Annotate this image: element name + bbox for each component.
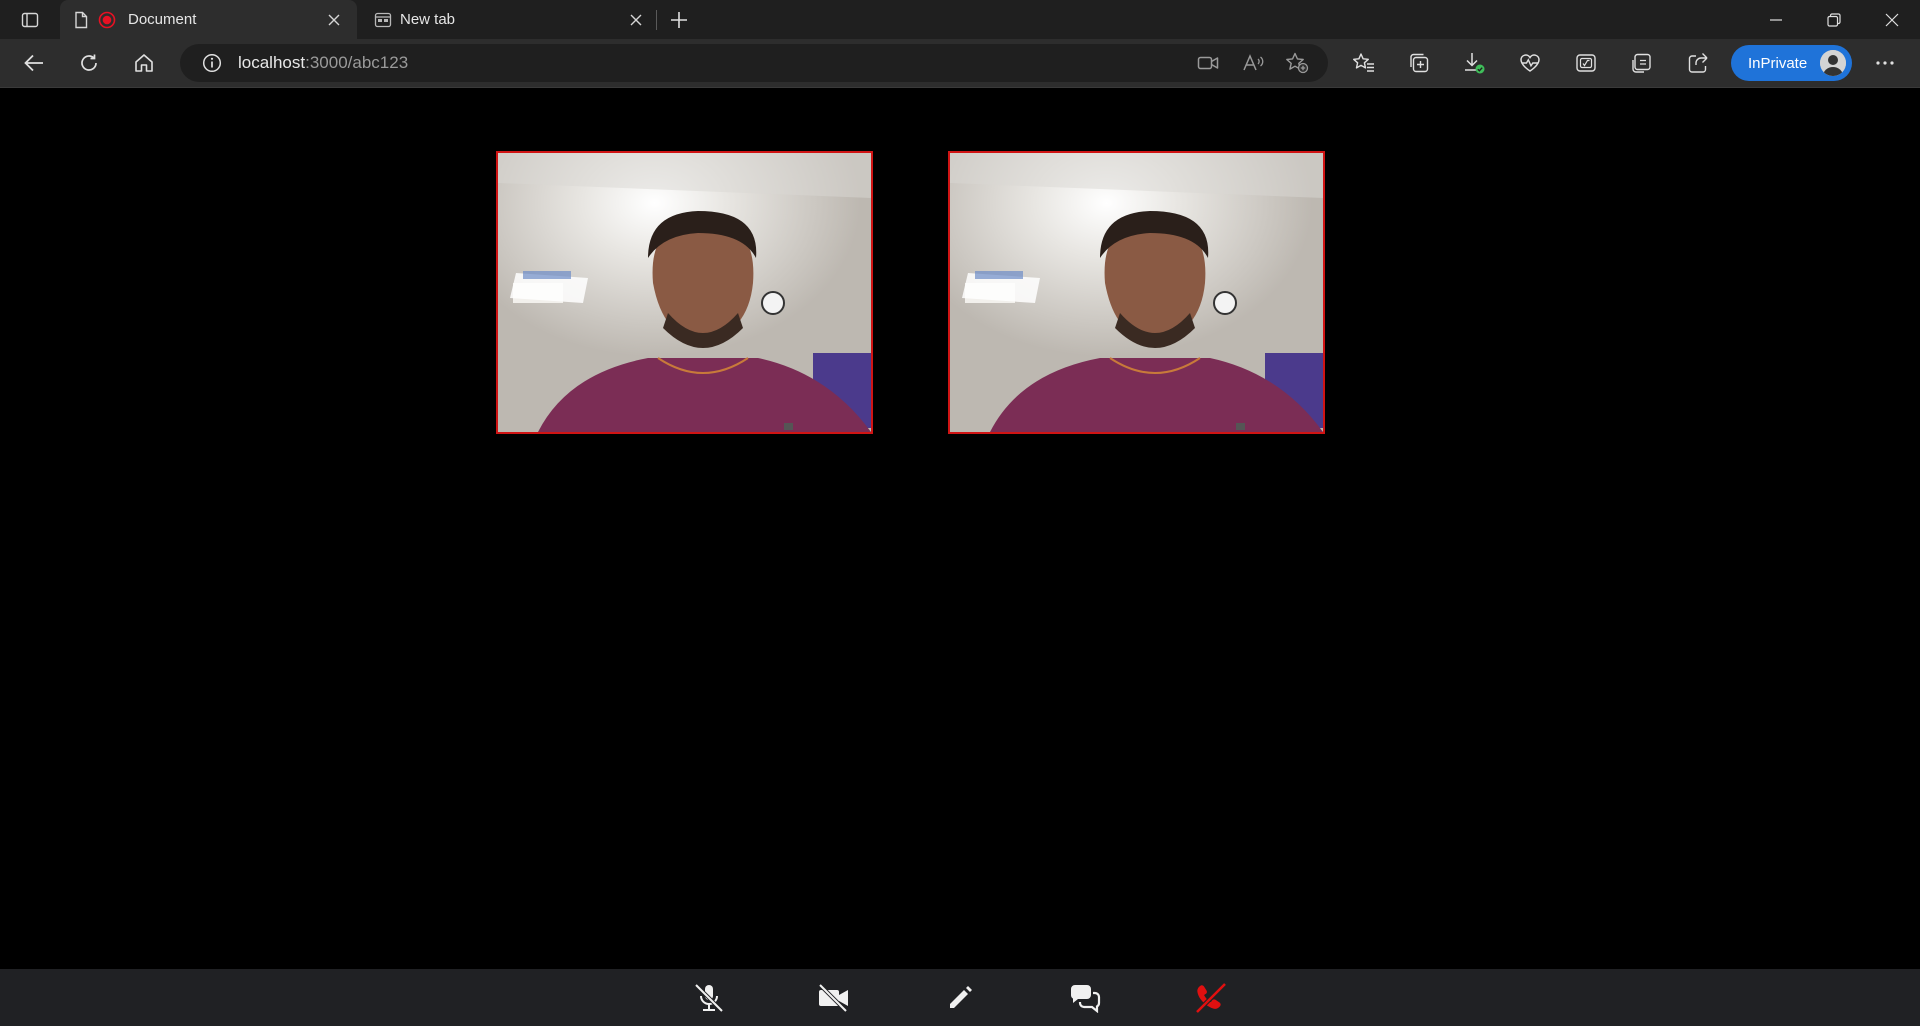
add-favorite-icon[interactable] — [1281, 47, 1313, 79]
close-tab-icon[interactable] — [323, 9, 345, 31]
url-path: :3000/abc123 — [305, 53, 409, 72]
avatar — [1820, 50, 1846, 76]
chat-icon — [1070, 985, 1101, 1013]
sidebar-icon[interactable] — [1624, 47, 1660, 79]
end-call-button[interactable] — [1191, 979, 1231, 1017]
collections-icon[interactable] — [1401, 47, 1437, 79]
tab-separator — [656, 10, 657, 30]
navigation-toolbar: localhost:3000/abc123 InPrivate — [0, 39, 1920, 88]
tab-document[interactable]: Document — [60, 0, 357, 39]
restore-button[interactable] — [1806, 0, 1862, 39]
recording-icon — [98, 11, 116, 29]
favorites-icon[interactable] — [1346, 47, 1382, 79]
page-content — [0, 89, 1920, 1026]
mute-mic-button[interactable] — [689, 979, 729, 1017]
close-window-button[interactable] — [1864, 0, 1920, 39]
document-icon — [72, 11, 90, 29]
close-tab-icon[interactable] — [625, 9, 647, 31]
more-icon[interactable] — [1868, 47, 1902, 79]
read-aloud-icon[interactable] — [1237, 47, 1269, 79]
address-bar[interactable]: localhost:3000/abc123 — [180, 44, 1328, 82]
pencil-icon — [950, 986, 972, 1008]
tab-title: New tab — [400, 11, 456, 28]
stop-video-button[interactable] — [814, 979, 854, 1017]
math-solver-icon[interactable] — [1568, 47, 1604, 79]
camera-permission-icon[interactable] — [1192, 47, 1224, 79]
downloads-icon[interactable] — [1456, 47, 1492, 79]
tab-title: Document — [128, 11, 197, 28]
minimize-button[interactable] — [1748, 0, 1804, 39]
phone-slash-icon — [1195, 982, 1227, 1014]
home-icon[interactable] — [126, 47, 162, 79]
inprivate-label: InPrivate — [1748, 54, 1808, 72]
tab-actions-icon[interactable] — [16, 8, 44, 32]
new-tab-page-icon — [374, 11, 392, 29]
inprivate-button[interactable]: InPrivate — [1731, 45, 1852, 81]
browser-essentials-icon[interactable] — [1512, 47, 1548, 79]
call-controls-bar — [0, 969, 1920, 1026]
chat-button[interactable] — [1065, 979, 1105, 1017]
local-video — [496, 151, 873, 434]
url-host: localhost — [238, 53, 306, 72]
tab-new-tab[interactable]: New tab — [362, 0, 659, 39]
whiteboard-button[interactable] — [940, 979, 980, 1017]
remote-video — [948, 151, 1325, 434]
site-info-icon[interactable] — [198, 49, 226, 77]
address-url: localhost:3000/abc123 — [238, 53, 408, 73]
tab-strip: Document New tab — [0, 0, 1920, 39]
new-tab-button[interactable] — [665, 7, 693, 33]
refresh-icon[interactable] — [71, 47, 107, 79]
share-icon[interactable] — [1680, 47, 1716, 79]
back-icon[interactable] — [16, 47, 52, 79]
browser-window: Document New tab localhost:3000/abc123 I… — [0, 0, 1920, 1026]
microphone-slash-icon — [694, 983, 724, 1013]
video-slash-icon — [818, 983, 848, 1013]
